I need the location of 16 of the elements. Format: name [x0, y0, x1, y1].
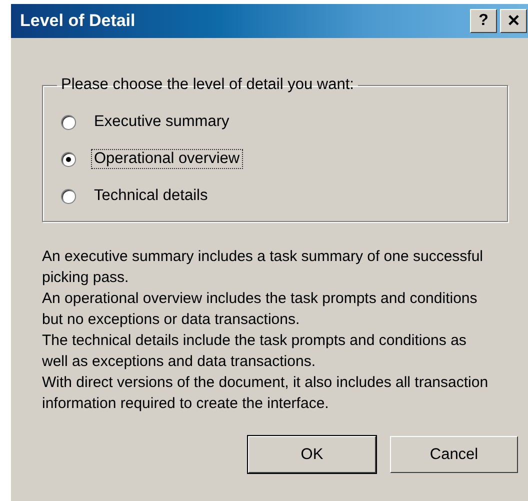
radio-button[interactable]	[61, 188, 76, 204]
radio-button[interactable]	[61, 114, 76, 130]
description-text: An operational overview includes the task prompts and conditions but no exceptions or data transactions.	[42, 289, 478, 330]
description-text: With direct versions of the document, it also includes all transaction information required to create the interface.	[42, 373, 490, 414]
description-text: The technical details include the task prompts and conditions as well as exceptions and data transactions.	[42, 331, 468, 372]
help-button[interactable]: ?	[470, 9, 497, 33]
window-title: Level of Detail	[20, 11, 136, 31]
option-label[interactable]: Operational overview	[91, 149, 243, 169]
close-button[interactable]: ✕	[500, 9, 527, 33]
group-label: Please choose the level of detail you want:	[60, 76, 355, 94]
cancel-button[interactable]: Cancel	[390, 436, 518, 473]
option-label[interactable]: Technical details	[91, 186, 211, 206]
radio-button[interactable]	[61, 152, 76, 166]
description-text: An executive summary includes a task summary of one successful picking pass.	[42, 247, 484, 288]
option-label[interactable]: Executive summary	[91, 112, 232, 132]
ok-button[interactable]: OK	[248, 436, 376, 473]
